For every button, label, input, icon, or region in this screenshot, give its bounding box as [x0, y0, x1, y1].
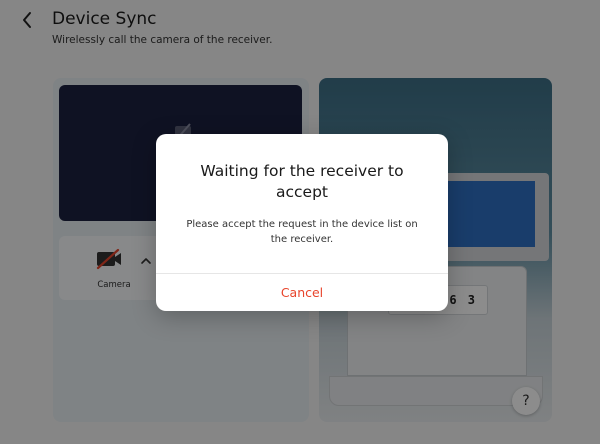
cancel-button[interactable]: Cancel: [156, 274, 448, 311]
dialog-message: Please accept the request in the device …: [186, 219, 418, 245]
dialog-title: Waiting for the receiver to accept: [200, 162, 404, 201]
waiting-dialog: Waiting for the receiver to accept Pleas…: [156, 134, 448, 311]
